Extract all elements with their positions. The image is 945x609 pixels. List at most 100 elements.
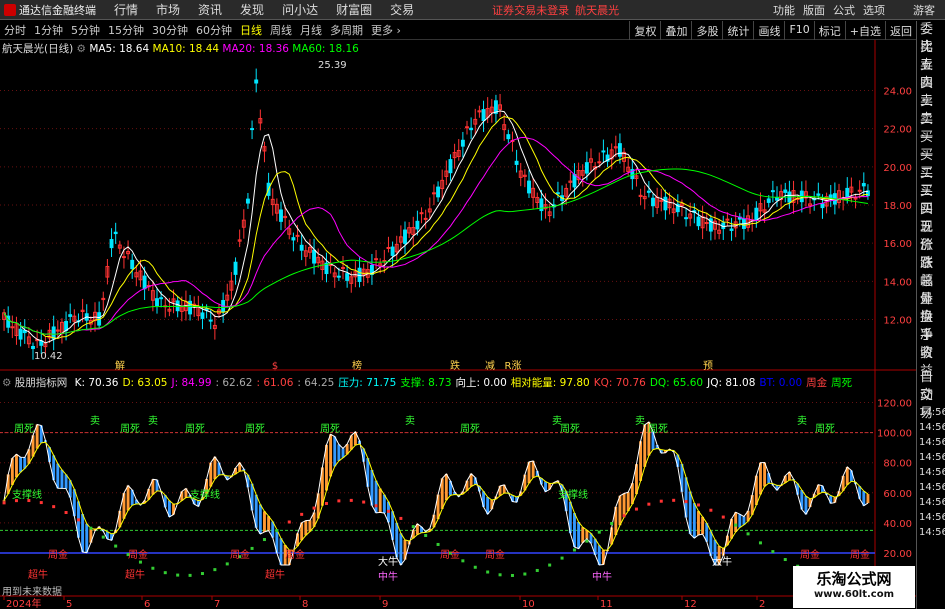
side-item[interactable]: 自动 bbox=[917, 369, 945, 403]
side-item[interactable]: 委比 bbox=[917, 21, 945, 55]
tab-weekly[interactable]: 周线 bbox=[266, 22, 296, 38]
y-tick-label: 100.00 bbox=[877, 429, 912, 440]
candle-body bbox=[336, 275, 341, 278]
multi-stock-button[interactable]: 多股 bbox=[691, 21, 722, 40]
side-item[interactable]: 买四 bbox=[917, 183, 945, 217]
side-item[interactable]: 14:56 bbox=[917, 435, 945, 450]
side-item[interactable]: 收益 bbox=[917, 345, 945, 379]
tab-30min[interactable]: 30分钟 bbox=[148, 22, 192, 38]
side-item[interactable]: 14:56 bbox=[917, 510, 945, 525]
side-item[interactable]: 买三 bbox=[917, 165, 945, 199]
trend-dot bbox=[374, 504, 378, 508]
side-item[interactable]: 卖三 bbox=[917, 75, 945, 109]
tab-multi-period[interactable]: 多周期 bbox=[326, 22, 367, 38]
candle-body bbox=[159, 297, 164, 300]
side-item[interactable]: 涨幅 bbox=[917, 255, 945, 289]
settings-gear-icon[interactable]: ⚙ bbox=[77, 43, 86, 55]
tab-more[interactable]: 更多 › bbox=[367, 22, 405, 38]
guest-user[interactable]: 游客 bbox=[913, 2, 935, 18]
chart-toolbar: 复权 叠加 多股 统计 画线 F10 标记 +自选 返回 bbox=[629, 21, 916, 40]
trend-dot bbox=[672, 498, 676, 502]
menu-discover[interactable]: 发现 bbox=[240, 1, 264, 18]
menu-options[interactable]: 选项 bbox=[863, 2, 885, 18]
right-menu: 功能 版面 公式 选项 游客 bbox=[773, 0, 945, 20]
chart-area[interactable]: 24.00 22.00 20.00 18.00 16.00 14.00 12.00 25.39… bbox=[0, 40, 916, 609]
adjust-button[interactable]: 复权 bbox=[629, 21, 660, 40]
energy-bar bbox=[85, 523, 89, 553]
side-item[interactable]: 卖五 bbox=[917, 39, 945, 73]
side-item[interactable]: 14:56 bbox=[917, 420, 945, 435]
trend-dot bbox=[349, 498, 353, 502]
f10-button[interactable]: F10 bbox=[784, 21, 813, 40]
indicator-value: : 64.25 bbox=[297, 377, 335, 389]
menu-layout[interactable]: 版面 bbox=[803, 2, 825, 18]
quote-side-panel: 委比 卖五 卖四 卖三 卖二 卖一 买一 买二 买三 买四 买五 现价 涨跌 涨幅 总量 外盘 换手 净资 收益 自动… bbox=[916, 21, 945, 609]
indicator-value: 向上: 0.00 bbox=[455, 377, 507, 389]
menu-news[interactable]: 资讯 bbox=[198, 1, 222, 18]
indicator-value: J: 84.99 bbox=[171, 377, 212, 389]
side-item[interactable]: 14:56 bbox=[917, 405, 945, 420]
candle-body bbox=[460, 139, 465, 147]
side-item[interactable]: 卖二 bbox=[917, 93, 945, 127]
super-bull-label: 超牛 bbox=[265, 568, 285, 581]
back-button[interactable]: 返回 bbox=[885, 21, 916, 40]
mark-button[interactable]: 标记 bbox=[813, 21, 845, 40]
side-item[interactable]: 交易 bbox=[917, 387, 945, 421]
menu-function[interactable]: 功能 bbox=[773, 2, 795, 18]
trade-login-status[interactable]: 证券交易未登录 bbox=[492, 2, 569, 18]
energy-bar bbox=[622, 493, 626, 518]
side-item[interactable]: 涨跌 bbox=[917, 237, 945, 271]
tab-monthly[interactable]: 月线 bbox=[296, 22, 326, 38]
side-item[interactable]: 净资 bbox=[917, 327, 945, 361]
menu-ask[interactable]: 问小达 bbox=[282, 1, 318, 18]
side-item[interactable]: 14:56 bbox=[917, 525, 945, 540]
menu-formula[interactable]: 公式 bbox=[833, 2, 855, 18]
stats-button[interactable]: 统计 bbox=[722, 21, 753, 40]
side-item[interactable]: 买二 bbox=[917, 147, 945, 181]
add-watchlist-button[interactable]: +自选 bbox=[844, 21, 885, 40]
side-item[interactable]: 14:56 bbox=[917, 450, 945, 465]
side-item[interactable]: 卖一 bbox=[917, 111, 945, 145]
x-tick-label: 11 bbox=[600, 599, 613, 609]
candle-body bbox=[295, 234, 300, 237]
x-tick-label: 9 bbox=[382, 599, 388, 609]
menu-market[interactable]: 市场 bbox=[156, 1, 180, 18]
x-tick-label: 10 bbox=[522, 599, 535, 609]
tab-60min[interactable]: 60分钟 bbox=[192, 22, 236, 38]
side-item[interactable]: 买一 bbox=[917, 129, 945, 163]
side-item[interactable]: 14:56 bbox=[917, 495, 945, 510]
draw-line-button[interactable]: 画线 bbox=[753, 21, 784, 40]
tab-1min[interactable]: 1分钟 bbox=[30, 22, 67, 38]
menu-trade[interactable]: 交易 bbox=[390, 1, 414, 18]
sell-signal-label: 卖 bbox=[797, 415, 807, 427]
x-tick-label: 12 bbox=[684, 599, 697, 609]
side-item[interactable]: 总量 bbox=[917, 273, 945, 307]
x-tick-label: 7 bbox=[214, 599, 220, 609]
energy-bar bbox=[263, 511, 266, 532]
candle-body bbox=[419, 212, 424, 215]
side-item[interactable]: 外盘 bbox=[917, 291, 945, 325]
candle-body bbox=[233, 261, 238, 275]
tab-15min[interactable]: 15分钟 bbox=[104, 22, 148, 38]
side-item[interactable]: 现价 bbox=[917, 219, 945, 253]
tab-daily[interactable]: 日线 bbox=[236, 22, 266, 38]
y-tick-label: 12.00 bbox=[883, 315, 912, 326]
tab-5min[interactable]: 5分钟 bbox=[67, 22, 104, 38]
side-item[interactable]: 14:56 bbox=[917, 480, 945, 495]
trend-dot bbox=[64, 511, 68, 515]
tab-intraday[interactable]: 分时 bbox=[0, 22, 30, 38]
menu-quotes[interactable]: 行情 bbox=[114, 1, 138, 18]
side-item[interactable]: 买五 bbox=[917, 201, 945, 235]
candle-body bbox=[341, 266, 345, 269]
candle-body bbox=[200, 312, 205, 319]
indicator-value: 相对能量: 97.80 bbox=[510, 377, 590, 389]
indicator-gear-icon[interactable]: ⚙ bbox=[2, 377, 11, 389]
overlay-button[interactable]: 叠加 bbox=[660, 21, 691, 40]
trend-dot bbox=[151, 566, 155, 570]
side-item[interactable]: 14:56 bbox=[917, 465, 945, 480]
candle-body bbox=[279, 209, 283, 222]
menu-wealth[interactable]: 财富圈 bbox=[336, 1, 372, 18]
side-item[interactable]: 换手 bbox=[917, 309, 945, 343]
candle-body bbox=[312, 249, 317, 264]
side-item[interactable]: 卖四 bbox=[917, 57, 945, 91]
